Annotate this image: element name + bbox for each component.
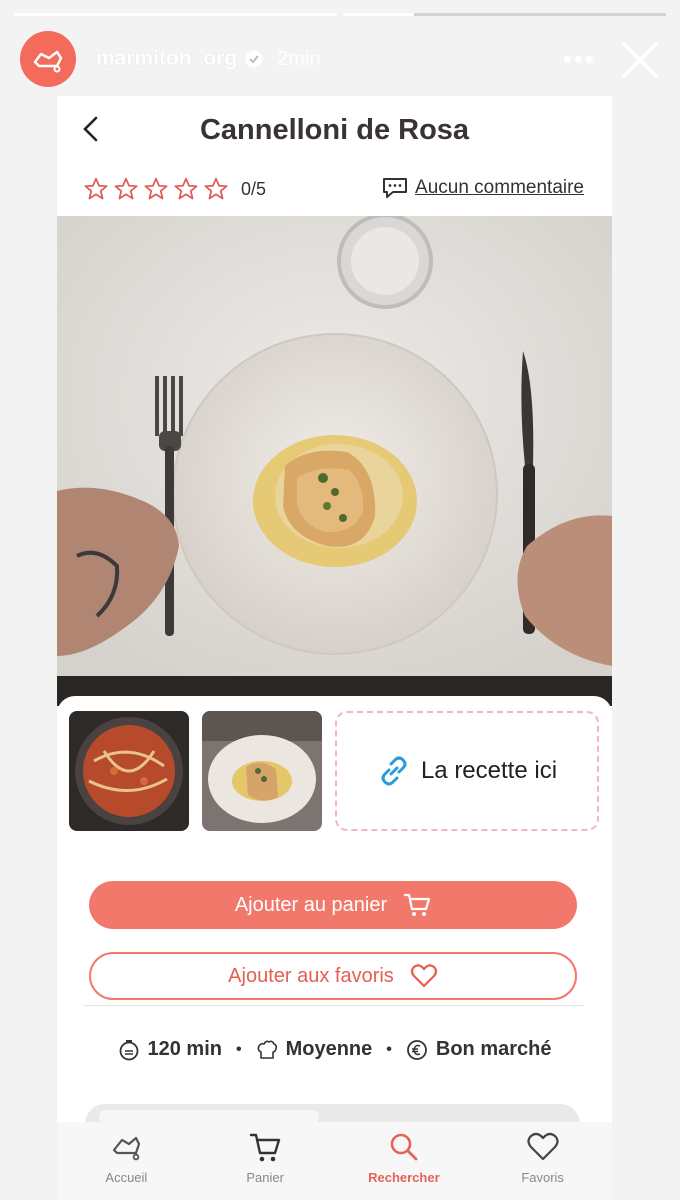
story-progress (14, 13, 666, 17)
story-username[interactable]: marmiton_org (96, 47, 237, 71)
thumbnail-strip (69, 711, 322, 831)
recipe-photo (57, 216, 612, 706)
star-icon[interactable] (203, 176, 229, 202)
thumbnail-plate[interactable] (202, 711, 322, 831)
nav-item-favorites[interactable]: Favoris (473, 1122, 612, 1200)
bottom-navigation: Accueil Panier Rechercher Favoris (57, 1122, 612, 1200)
euro-coin-icon (406, 1039, 427, 1060)
divider (83, 1005, 584, 1006)
cost-value: Bon marché (435, 1038, 552, 1060)
difficulty-item: Moyenne (256, 1038, 373, 1061)
heart-icon (527, 1132, 559, 1161)
nav-label-favorites: Favoris (521, 1170, 564, 1185)
story-segment-2 (343, 13, 666, 16)
timer-icon (119, 1039, 138, 1060)
star-icon[interactable] (83, 176, 109, 202)
add-to-favorites-button[interactable]: Ajouter aux favoris (89, 952, 577, 1000)
nav-item-search[interactable]: Rechercher (335, 1122, 474, 1200)
rating-value: 0/5 (241, 178, 267, 199)
story-time: 2min (277, 47, 321, 70)
nav-item-home[interactable]: Accueil (57, 1122, 196, 1200)
add-to-cart-button[interactable]: Ajouter au panier (89, 881, 577, 929)
nav-label-home: Accueil (105, 1170, 148, 1185)
more-options-icon[interactable]: ••• (563, 44, 596, 75)
separator-dot: • (386, 1040, 392, 1058)
comments-label[interactable]: Aucun commentaire (415, 177, 584, 199)
separator-dot: • (235, 1040, 242, 1058)
nav-label-cart: Panier (246, 1170, 284, 1185)
cart-icon (404, 893, 431, 916)
nav-label-search: Rechercher (368, 1170, 440, 1185)
star-icon[interactable] (143, 176, 169, 202)
recipe-link-label[interactable]: La recette ici (421, 757, 557, 785)
cart-icon (249, 1133, 281, 1162)
recipe-meta: 120 min • Moyenne • Bon marché (57, 1038, 612, 1061)
nav-item-cart[interactable]: Panier (196, 1122, 335, 1200)
avatar[interactable] (20, 31, 76, 87)
chef-hat-logo-icon (33, 50, 63, 73)
recipe-photo-illustration (57, 216, 612, 706)
rating-row: 0/5 (83, 176, 266, 202)
recipe-link-sticker[interactable]: La recette ici (335, 711, 599, 831)
comment-icon (383, 178, 408, 198)
chef-hat-icon (257, 1040, 277, 1059)
rating-stars[interactable] (83, 176, 229, 202)
story-header: marmiton_org 2min ••• (20, 30, 660, 88)
star-icon[interactable] (113, 176, 139, 202)
cost-item: Bon marché (406, 1038, 552, 1061)
link-icon (381, 756, 407, 786)
star-icon[interactable] (173, 176, 199, 202)
duration-item: 120 min (118, 1038, 222, 1061)
add-to-cart-label: Ajouter au panier (234, 893, 388, 916)
search-icon (390, 1133, 418, 1161)
duration-value: 120 min (147, 1038, 222, 1060)
story-segment-2-fill (343, 13, 415, 16)
thumbnail-pasta[interactable] (69, 711, 189, 831)
close-icon[interactable] (620, 40, 660, 80)
difficulty-value: Moyenne (285, 1038, 373, 1060)
heart-icon (410, 964, 437, 988)
recipe-card: Cannelloni de Rosa 0/5 Aucun commentaire (57, 96, 612, 1200)
verified-badge-icon (245, 50, 263, 68)
recipe-title: Cannelloni de Rosa (199, 114, 470, 146)
comments-link[interactable]: Aucun commentaire (381, 176, 584, 200)
story-segment-1 (14, 13, 337, 16)
add-to-favorites-label: Ajouter aux favoris (228, 964, 394, 987)
home-icon (113, 1136, 141, 1161)
